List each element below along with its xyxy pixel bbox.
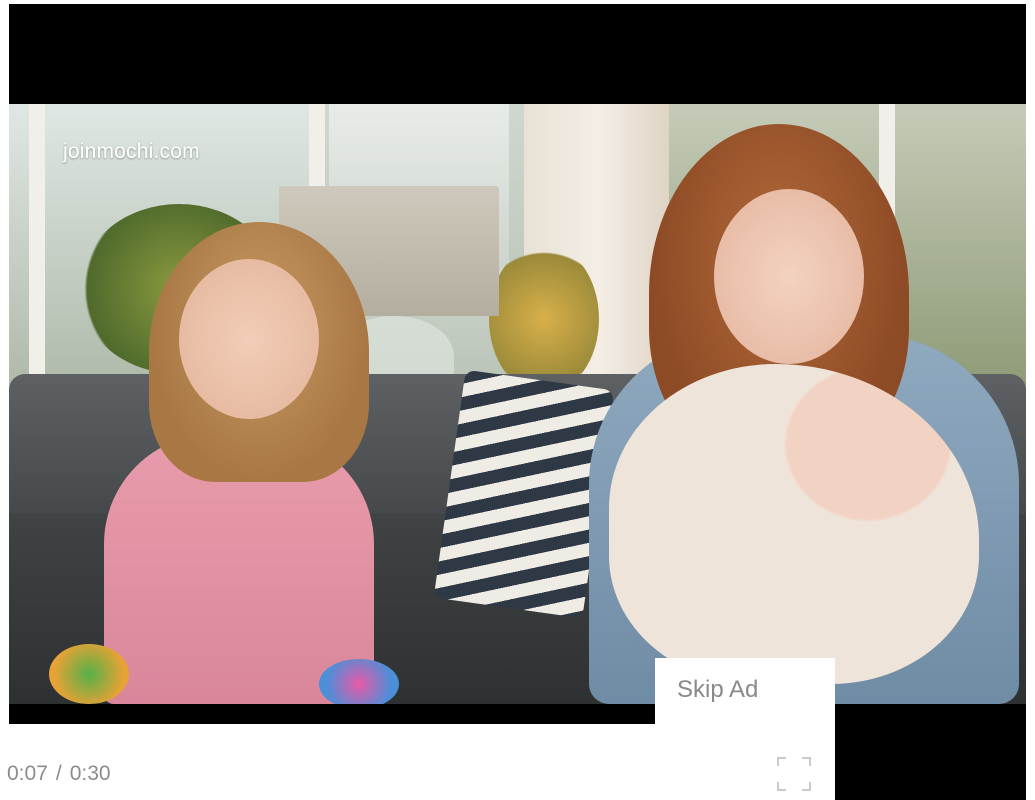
video-frame[interactable]: joinmochi.com	[9, 104, 1026, 704]
time-separator: /	[55, 762, 62, 785]
watermark-text: joinmochi.com	[63, 140, 200, 163]
video-player[interactable]: joinmochi.com	[9, 4, 1026, 724]
scene-plant	[489, 244, 599, 394]
duration: 0:30	[69, 762, 111, 785]
time-display: 0:07 / 0:30	[7, 762, 111, 786]
controls-panel	[835, 724, 1026, 800]
fullscreen-icon	[777, 757, 811, 791]
current-time: 0:07	[7, 762, 48, 785]
scene-toy	[49, 644, 129, 704]
scene-toy	[319, 659, 399, 704]
scene-woman-face	[714, 189, 864, 364]
scene-girl-face	[179, 259, 319, 419]
fullscreen-button[interactable]	[774, 754, 814, 794]
scene-window-frame	[29, 104, 45, 394]
skip-ad-button[interactable]: Skip Ad	[655, 658, 835, 724]
scene-striped-pillow	[433, 369, 615, 619]
